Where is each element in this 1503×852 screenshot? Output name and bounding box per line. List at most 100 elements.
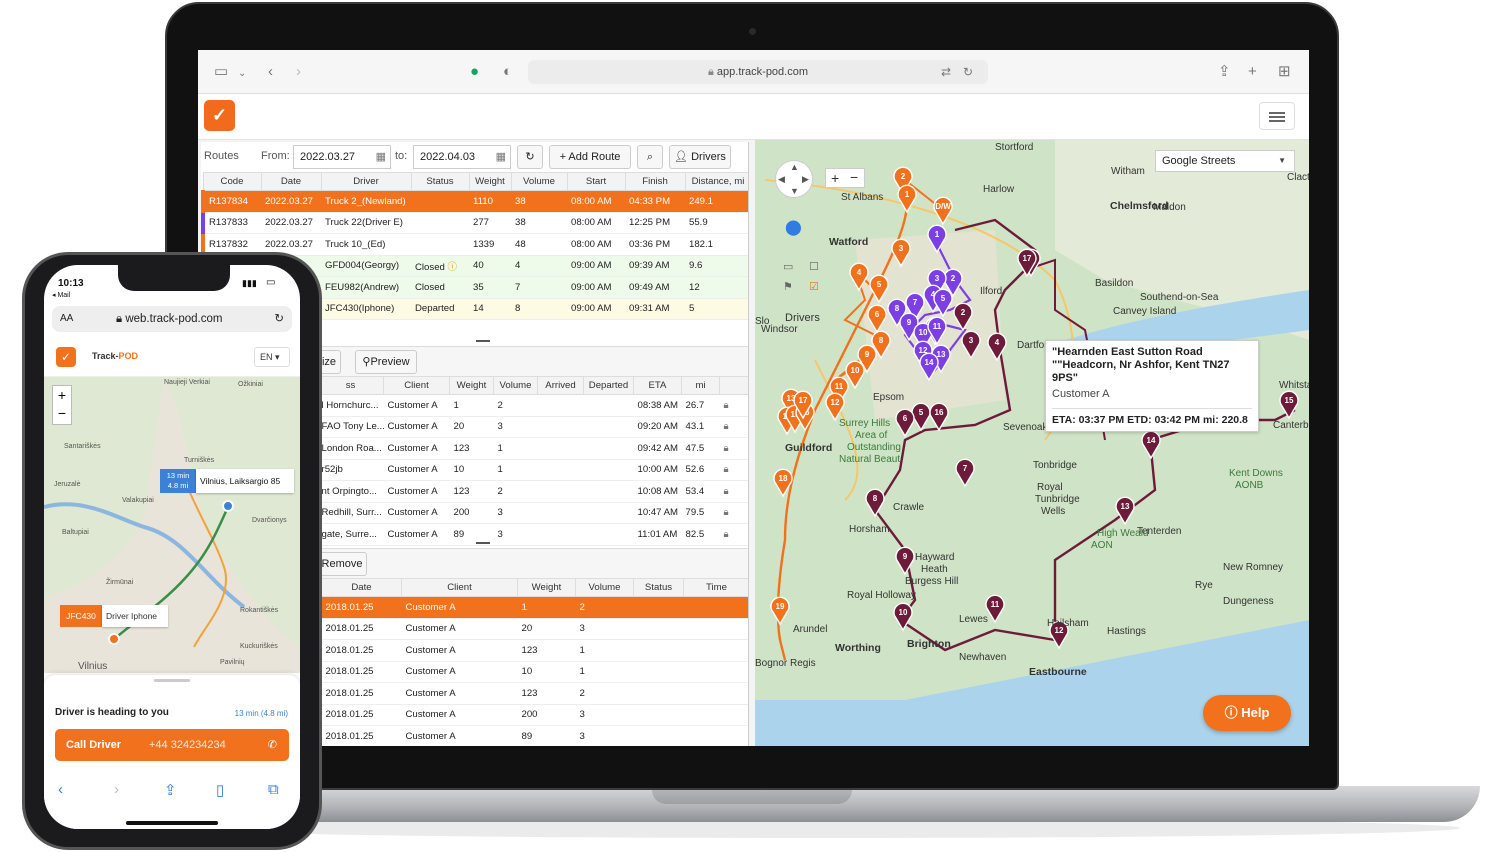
- zoom-out-icon[interactable]: −: [850, 168, 858, 186]
- text-size-button[interactable]: AA: [60, 306, 73, 332]
- lock-icon[interactable]: 🔒︎: [719, 437, 748, 460]
- new-tab-icon[interactable]: +: [1248, 63, 1257, 81]
- calendar-icon[interactable]: ▦: [496, 146, 506, 168]
- add-route-button[interactable]: + Add Route: [549, 145, 631, 169]
- pan-control[interactable]: ▲ ▼ ◀ ▶: [775, 160, 813, 198]
- bookmarks-icon[interactable]: ▯: [216, 781, 224, 799]
- column-header[interactable]: Status: [633, 578, 684, 597]
- zoom-out-icon[interactable]: −: [53, 404, 71, 422]
- info-icon[interactable]: ⓘ: [445, 262, 458, 273]
- attachment-button[interactable]: ⌕: [637, 145, 663, 169]
- preview-button[interactable]: ⚲Preview: [355, 350, 417, 374]
- column-header[interactable]: Weight: [449, 376, 494, 395]
- column-header[interactable]: Weight: [468, 172, 512, 191]
- stop-row[interactable]: London Roa... Customer A 123 1 09:42 AM 47.5 🔒…: [317, 437, 748, 460]
- column-header[interactable]: Status: [410, 172, 470, 191]
- resize-handle[interactable]: [476, 340, 490, 342]
- pan-right-icon[interactable]: ▶: [802, 174, 809, 185]
- pan-down-icon[interactable]: ▼: [790, 186, 799, 196]
- order-row[interactable]: 2018.01.25 Customer A 200 3: [317, 704, 748, 726]
- reload-icon[interactable]: ↻: [274, 306, 284, 332]
- refresh-button[interactable]: ↻: [517, 145, 543, 169]
- stop-row[interactable]: Redhill, Surr... Customer A 200 3 10:47 AM 79…: [317, 502, 748, 524]
- track-pod-logo[interactable]: ✓: [204, 100, 235, 131]
- order-row[interactable]: 2018.01.25 Customer A 123 1: [317, 639, 748, 662]
- order-row[interactable]: 2018.01.25 Customer A 20 3: [317, 618, 748, 640]
- menu-button[interactable]: [1259, 102, 1295, 130]
- column-header[interactable]: ETA: [633, 376, 682, 395]
- sidebar-toggle-icon[interactable]: ▭: [214, 63, 228, 81]
- column-header[interactable]: [719, 376, 748, 395]
- column-header[interactable]: Client: [401, 578, 518, 597]
- column-header[interactable]: Volume: [575, 578, 634, 597]
- stop-row[interactable]: FAO Tony Le... Customer A 20 3 09:20 AM 43.1 🔒…: [317, 416, 748, 438]
- tab-overview-icon[interactable]: ⊞: [1278, 63, 1291, 81]
- column-header[interactable]: Departed: [583, 376, 634, 395]
- column-header[interactable]: mi: [681, 376, 720, 395]
- lock-icon[interactable]: 🔒︎: [719, 523, 748, 546]
- calendar-icon[interactable]: ▦: [376, 146, 386, 168]
- column-header[interactable]: Arrived: [537, 376, 584, 395]
- back-to-app[interactable]: ◂ Mail: [52, 291, 70, 299]
- stop-row[interactable]: l Hornchurc... Customer A 1 2 08:38 AM 26.7 🔒︎: [317, 394, 748, 417]
- zoom-in-icon[interactable]: +: [831, 169, 839, 187]
- shield-icon[interactable]: ◐: [503, 63, 512, 81]
- column-header[interactable]: Volume: [510, 172, 568, 191]
- checkbox-checked-icon[interactable]: ☑: [809, 280, 819, 293]
- remove-button[interactable]: Remove: [317, 552, 367, 576]
- language-select[interactable]: EN ▾: [254, 347, 290, 367]
- order-row[interactable]: 2018.01.25 Customer A 123 2: [317, 682, 748, 705]
- translate-icon[interactable]: ⇄: [941, 63, 951, 81]
- forward-icon[interactable]: ›: [296, 63, 301, 81]
- column-header[interactable]: Driver: [320, 172, 412, 191]
- column-header[interactable]: ss: [317, 376, 384, 395]
- pan-up-icon[interactable]: ▲: [790, 162, 799, 172]
- pan-left-icon[interactable]: ◀: [778, 174, 785, 185]
- column-header[interactable]: Start: [566, 172, 626, 191]
- track-pod-logo[interactable]: ✓: [56, 347, 76, 367]
- route-icon[interactable]: ⚑: [783, 280, 793, 293]
- column-header[interactable]: Volume: [493, 376, 538, 395]
- order-row[interactable]: 2018.01.25 Customer A 10 1: [317, 661, 748, 683]
- order-row[interactable]: 2018.01.25 Customer A12: [317, 596, 748, 619]
- truck-icon[interactable]: ▭: [783, 260, 793, 273]
- route-row[interactable]: R137833 2022.03.27 Truck 22(Driver E) 277 38…: [201, 212, 748, 234]
- map-layer-select[interactable]: Google Streets ▼: [1155, 150, 1295, 172]
- lock-icon[interactable]: 🔒︎: [719, 416, 748, 438]
- column-header[interactable]: Weight: [517, 578, 576, 597]
- lock-icon[interactable]: 🔒︎: [719, 459, 748, 481]
- route-map[interactable]: 21D/W34568910111213141516171819123456789…: [755, 140, 1309, 746]
- stop-row[interactable]: nt Orpingto... Customer A 123 2 10:08 AM 53.4…: [317, 480, 748, 503]
- column-header[interactable]: Code: [202, 172, 262, 191]
- drivers-button[interactable]: 👤︎ Drivers: [669, 145, 731, 169]
- route-row[interactable]: R137834 2022.03.27 Truck 2_(Newland) 1110 38…: [201, 190, 748, 213]
- column-header[interactable]: Date: [260, 172, 322, 191]
- lock-icon[interactable]: 🔒︎: [719, 502, 748, 524]
- column-header[interactable]: Time: [683, 578, 748, 597]
- phone-map[interactable]: + − Naujieji Verkiai Ožkiniai Santariškės Tu…: [44, 377, 300, 673]
- phone-address-bar[interactable]: AA 🔒︎ web.track-pod.com ↻: [52, 306, 292, 332]
- reload-icon[interactable]: ↻: [963, 63, 973, 81]
- grammarly-icon[interactable]: ●: [470, 63, 479, 81]
- call-driver-button[interactable]: Call Driver +44 324234234 ✆: [55, 729, 289, 761]
- lock-icon[interactable]: 🔒︎: [719, 480, 748, 503]
- chevron-down-icon[interactable]: ⌄: [238, 65, 246, 83]
- from-date-input[interactable]: 2022.03.27 ▦: [293, 145, 391, 169]
- location-pin-icon[interactable]: ⬤: [785, 218, 802, 236]
- to-date-input[interactable]: 2022.04.03 ▦: [413, 145, 511, 169]
- order-row[interactable]: 2018.01.25 Customer A 89 3: [317, 725, 748, 746]
- sheet-handle[interactable]: [154, 679, 190, 682]
- help-button[interactable]: ⓘ Help: [1203, 695, 1291, 731]
- zoom-in-icon[interactable]: +: [53, 386, 71, 404]
- stop-row[interactable]: gate, Surre... Customer A 89 3 11:01 AM 82.5 🔒…: [317, 523, 748, 546]
- back-icon[interactable]: ‹: [268, 63, 273, 81]
- column-header[interactable]: Finish: [624, 172, 686, 191]
- column-header[interactable]: Date: [321, 578, 402, 597]
- checkbox-icon[interactable]: ☐: [809, 260, 819, 273]
- share-icon[interactable]: ⇪: [164, 781, 177, 799]
- forward-icon[interactable]: ›: [114, 781, 119, 798]
- tabs-icon[interactable]: ⧉: [268, 781, 279, 798]
- address-bar[interactable]: 🔒︎ app.track-pod.com: [528, 60, 988, 84]
- route-row[interactable]: R137832 2022.03.27 Truck 10_(Ed) 1339 48 08:0…: [201, 233, 748, 256]
- stop-row[interactable]: r52jb Customer A 10 1 10:00 AM 52.6 🔒︎: [317, 459, 748, 481]
